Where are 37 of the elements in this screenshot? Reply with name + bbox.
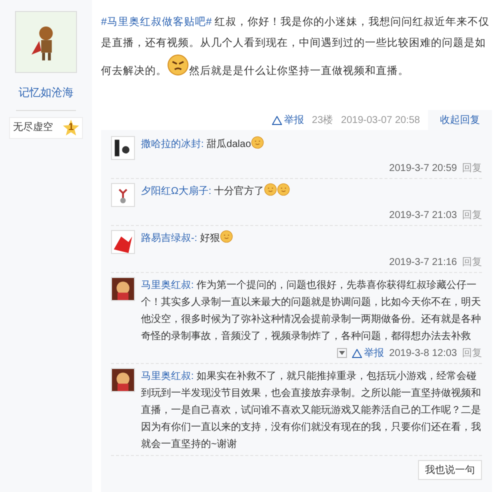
reply-text: 撒哈拉的冰封: 甜瓜dalao [141,136,264,160]
reply-username[interactable]: 夕阳红Ω大扇子: [141,186,212,197]
user-avatar[interactable] [111,368,135,392]
report-link[interactable]: 举报 [272,112,304,128]
level-badge: 1 [63,120,79,136]
reply-text: 马里奥红叔: 如果实在补救不了，就只能推掉重录，包括玩小游戏，经常会碰到玩到一半发现没节目效果，也会直接放弃录制。之所以能一直坚持做视频和直播，一是自己喜欢，试问谁不喜欢又能玩游戏又能养活自己的工作呢？二是因为有你们一直以来的支持，没有你们就没有现在的我，只要你们还在看，我就会一直坚持的~谢谢 [141,370,482,452]
dropdown-icon[interactable] [337,348,348,358]
floor-number: 23楼 [312,114,334,128]
post-time: 2019-03-07 20:58 [341,114,420,128]
smiley-face-icon [251,136,264,149]
user-avatar[interactable] [111,277,135,301]
reply-text: 夕阳红Ω大扇子: 十分官方了 [141,183,290,207]
smiley-face-icon [220,230,233,243]
report-link[interactable]: 举报 [352,346,384,360]
angry-face-icon [167,54,189,76]
reply-text: 路易吉绿叔-: 好狠 [141,230,233,254]
user-avatar[interactable] [111,136,135,160]
reply-username[interactable]: 路易吉绿叔-: [141,233,198,244]
reply-username[interactable]: 马里奥红叔: [141,371,194,382]
reply-text: 马里奥红叔: 作为第一个提问的，问题也很好，先恭喜你获得红叔珍藏公仔一个！其实多人录制一直以来最大的问题就是协调问题，比如今天你不在，明天他没空，很多时候为了弥补这种情况会提前录制一两期做备份。还有就是各种奇怪的录制事故，音频没了，视频录制炸了，各种问题，都得想办法去补救 [141,278,482,344]
author-name[interactable]: 记忆如沧海 [18,85,74,102]
reply-time: 2019-3-7 21:16 [389,256,457,270]
badge-label: 无尽虚空 [13,120,53,135]
reply-time: 2019-3-7 21:03 [389,208,457,222]
topic-link[interactable]: #马里奥红叔做客贴吧# [101,16,212,28]
say-something-button[interactable]: 我也说一句 [418,460,482,480]
reply-username[interactable]: 马里奥红叔: [141,280,194,291]
collapse-replies-button[interactable]: 收起回复 [428,110,492,130]
warning-icon [352,348,362,358]
reply-username[interactable]: 撒哈拉的冰封: [141,139,204,150]
reply-time: 2019-3-8 12:03 [389,346,457,360]
smiley-face-icon [264,183,278,196]
post-text: #马里奥红叔做客贴吧# 红叔，你好！我是你的小迷妹，我想问问红叔近年来不仅是直播，还有视频。从几个人看到现在，中间遇到过的一些比较困难的问题是如何去解决的。 然后就是是什么让你坚持一直做视频和直播。 [101,15,491,79]
author-avatar[interactable] [15,11,77,73]
warning-icon [272,116,282,124]
smiley-face-icon [277,183,290,196]
reply-time: 2019-3-7 20:59 [389,162,457,176]
